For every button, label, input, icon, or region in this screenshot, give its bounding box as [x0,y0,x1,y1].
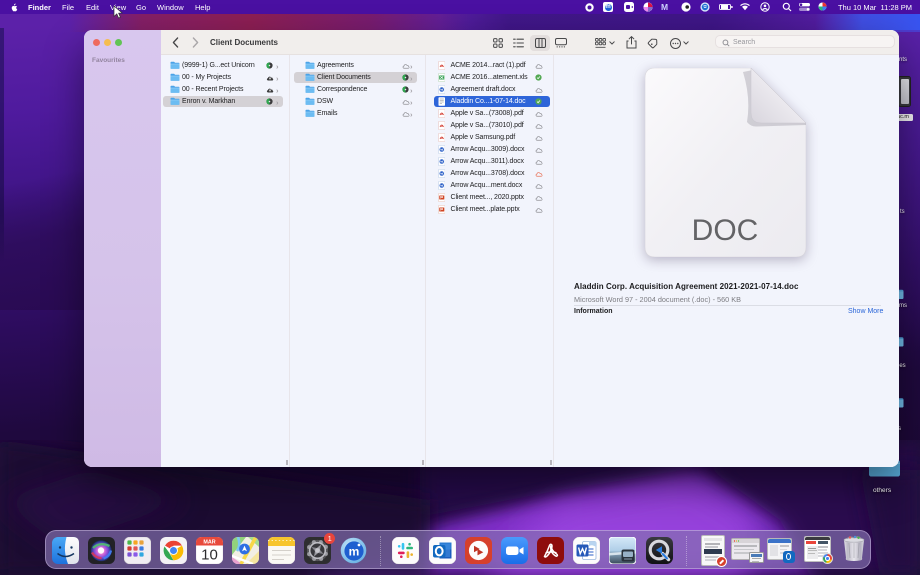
svg-text:10: 10 [201,547,218,564]
svg-text:MAR: MAR [203,540,215,546]
svg-text:DOC: DOC [692,214,759,247]
svg-text:m: m [349,545,360,559]
